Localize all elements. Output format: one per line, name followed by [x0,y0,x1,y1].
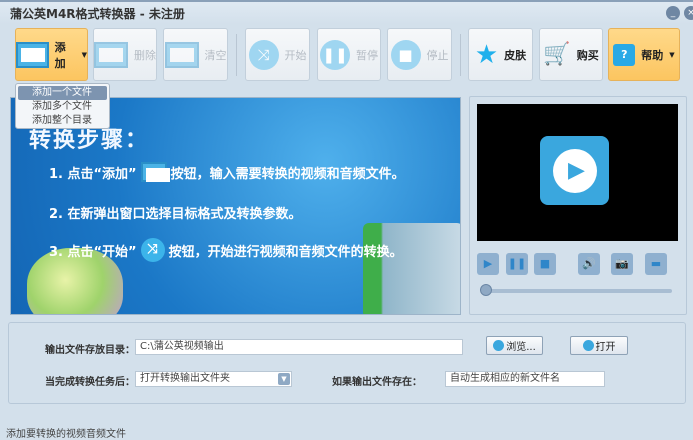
help-label: 帮助 [641,48,664,62]
seek-slider[interactable] [484,289,672,293]
buy-label: 购买 [576,48,599,62]
step-2: 2. 在新弹出窗口选择目标格式及转换参数。 [49,207,302,222]
help-button[interactable]: ? 帮助 ▼ [608,28,680,81]
step-1-text: 1. 点击“添加” [49,166,137,182]
folder-icon[interactable]: ▬ [645,253,667,275]
add-dropdown-menu: 添加一个文件 添加多个文件 添加整个目录 [15,83,110,129]
file-exists-label: 如果输出文件存在： [332,377,422,388]
toolbar-divider [460,34,461,76]
menu-item-add-file[interactable]: 添加一个文件 [18,86,107,100]
step-1-text-2: 按钮，输入需要转换的视频和音频文件。 [170,166,405,182]
shuffle-icon: ⤨ [140,238,165,262]
buy-button[interactable]: 🛒 购买 [539,28,603,81]
after-task-label: 当完成转换任务后： [45,377,135,388]
window-title: 蒲公英M4R格式转换器 - 未注册 [10,7,185,21]
step-3-text: 3. 点击“开始” [49,244,137,260]
play-icon: ▶ [552,148,597,193]
stop-button[interactable]: ■ 停止 [387,28,452,81]
open-label: 打开 [595,342,616,353]
instructions-banner: 转换步骤： 1. 点击“添加” 按钮，输入需要转换的视频和音频文件。 2. 在新弹… [10,97,461,315]
stop-label: 停止 [426,48,449,62]
seek-slider-handle[interactable] [480,284,492,296]
preview-player: ▶ ▶ ❚❚ ■ 🔊 📷 ▬ [469,96,687,315]
shuffle-icon: ⤨ [248,39,279,70]
add-label: 添加 [54,40,66,70]
star-icon: ★ [474,39,499,70]
options-panel [8,322,686,404]
stop-icon: ■ [390,39,421,70]
add-film-icon [16,41,49,68]
start-label: 开始 [284,48,307,62]
menu-item-add-files[interactable]: 添加多个文件 [18,100,107,114]
chevron-down-icon[interactable]: ▼ [278,373,290,385]
browse-icon [493,340,505,351]
play-button[interactable]: ▶ [477,253,499,275]
drive-graphic [363,223,460,314]
chevron-down-icon: ▼ [81,50,87,59]
pause-icon: ❚❚ [320,39,350,70]
output-dir-label: 输出文件存放目录： [45,345,135,356]
pause-label: 暂停 [356,48,378,62]
video-area: ▶ [477,104,678,241]
delete-button[interactable]: 删除 [93,28,157,81]
start-button[interactable]: ⤨ 开始 [245,28,310,81]
pause-button-player[interactable]: ❚❚ [506,253,528,275]
stop-button-player[interactable]: ■ [534,253,556,275]
toolbar-divider [236,34,237,76]
output-dir-input[interactable]: C:\蒲公英视频输出 [135,339,463,355]
minimize-button[interactable]: _ [666,6,680,20]
open-button[interactable]: 打开 [570,336,628,355]
browse-label: 浏览... [506,342,536,353]
skin-button[interactable]: ★ 皮肤 [468,28,533,81]
camera-icon[interactable]: 📷 [611,253,633,275]
delete-label: 删除 [134,48,156,62]
close-button[interactable]: × [684,6,693,20]
clear-button[interactable]: 清空 [163,28,228,81]
add-button[interactable]: 添加 ▼ [15,28,88,81]
open-icon [582,340,594,351]
chevron-down-icon: ▼ [669,50,675,59]
step-3-text-2: 按钮，开始进行视频和音频文件的转换。 [168,244,403,260]
help-icon: ? [613,43,636,66]
big-play-button[interactable]: ▶ [540,136,609,205]
delete-film-icon [94,41,128,68]
skin-label: 皮肤 [504,48,527,62]
pause-button[interactable]: ❚❚ 暂停 [317,28,381,81]
file-exists-select[interactable]: 自动生成相应的新文件名 [445,371,605,387]
clear-label: 清空 [204,48,227,62]
clear-film-icon [164,41,199,68]
status-bar: 添加要转换的视频音频文件 [6,429,126,440]
add-film-icon [140,162,170,182]
menu-item-add-directory[interactable]: 添加整个目录 [18,114,107,128]
volume-icon[interactable]: 🔊 [578,253,600,275]
step-3: 3. 点击“开始” ⤨ 按钮，开始进行视频和音频文件的转换。 [49,238,403,262]
after-task-select[interactable]: 打开转换输出文件夹 [135,371,292,387]
step-1: 1. 点击“添加” 按钮，输入需要转换的视频和音频文件。 [49,162,405,182]
browse-button[interactable]: 浏览... [486,336,543,355]
cart-icon: 🛒 [543,42,571,67]
